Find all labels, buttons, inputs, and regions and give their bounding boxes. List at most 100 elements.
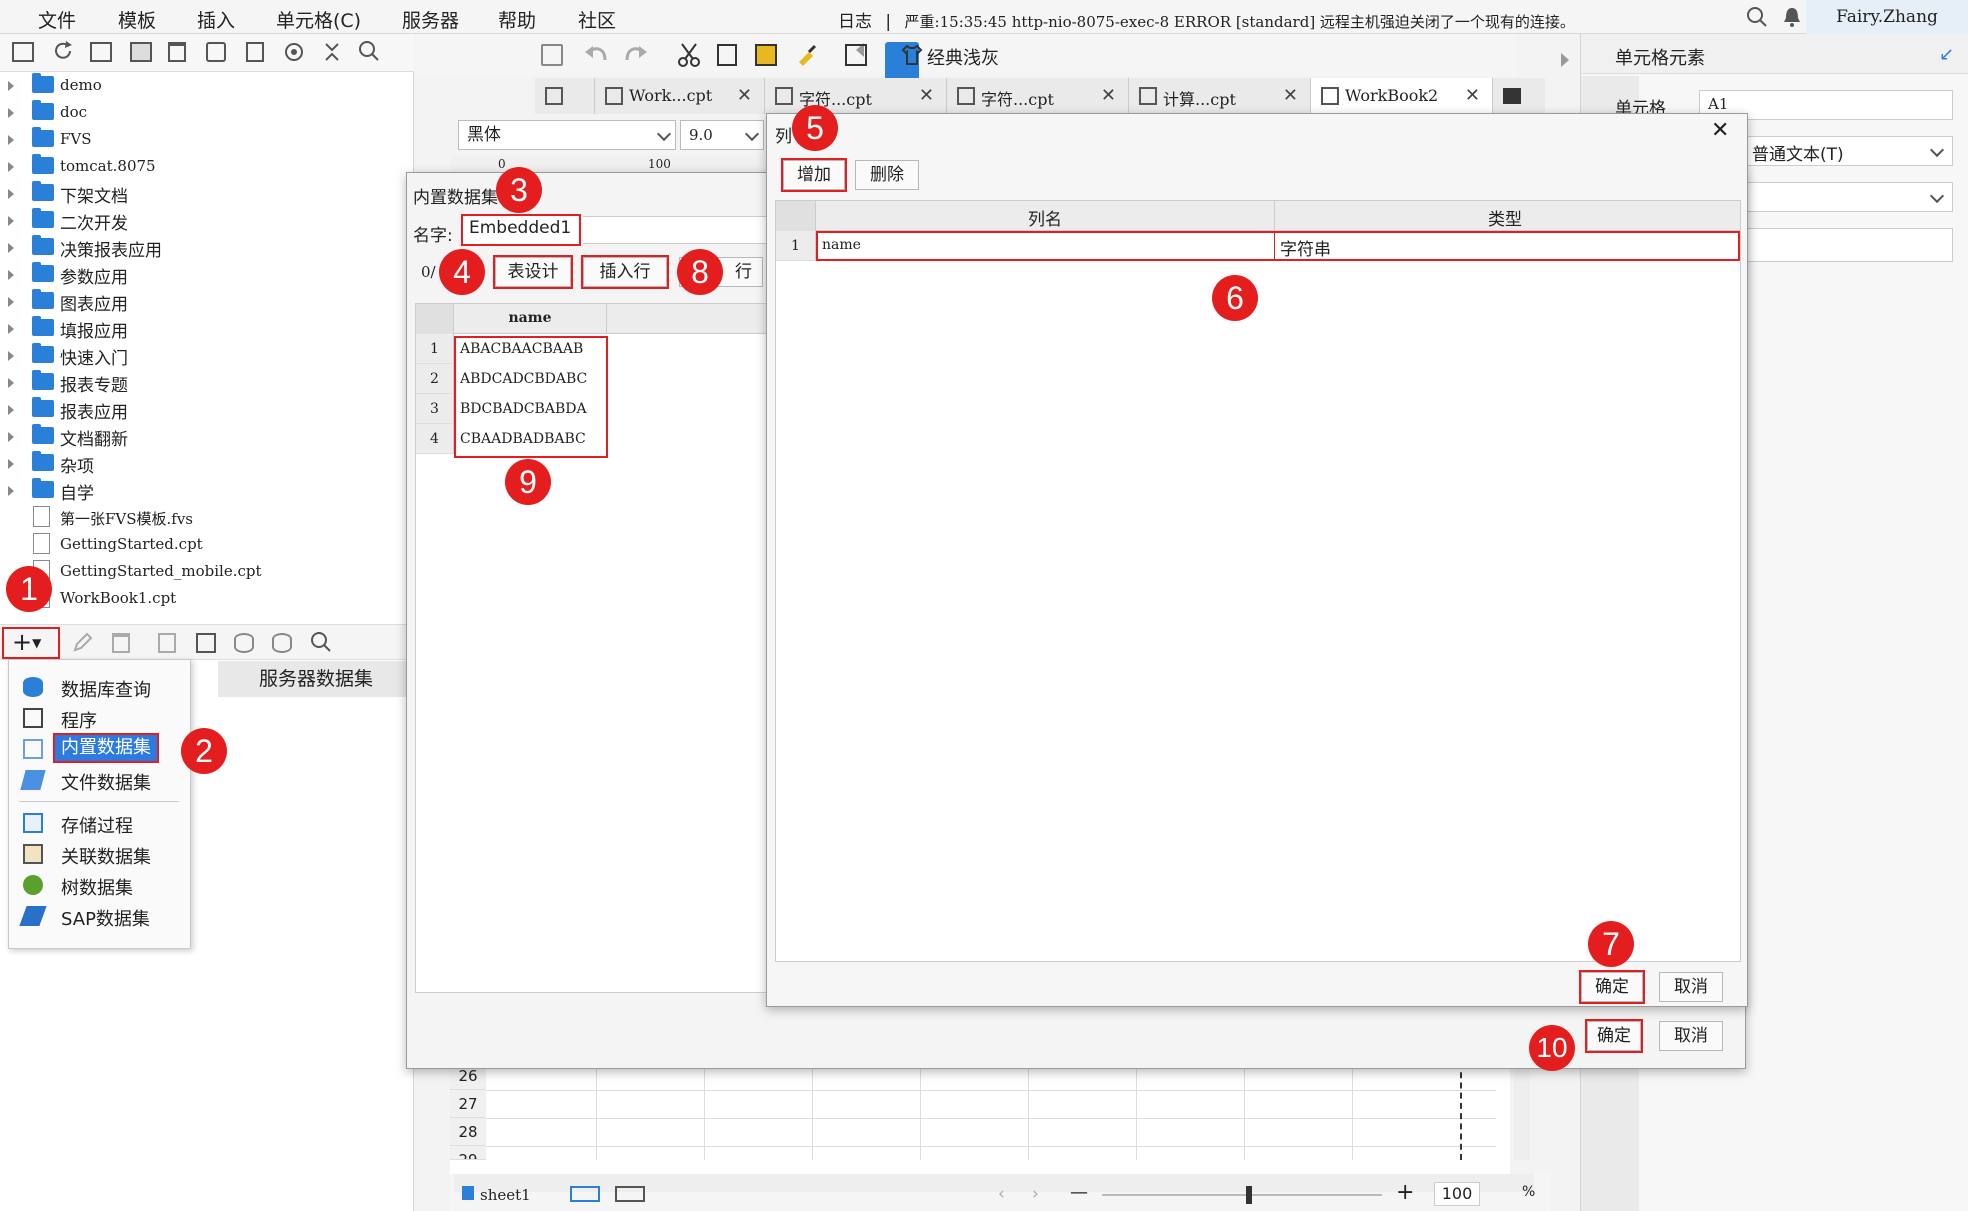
tree-folder[interactable]: 报表应用: [0, 396, 410, 423]
cut-icon[interactable]: [677, 42, 701, 68]
search-tree-icon[interactable]: [358, 40, 380, 62]
expand-arrow-icon[interactable]: [8, 162, 14, 172]
tree-folder[interactable]: doc: [0, 99, 410, 126]
tree-folder[interactable]: 下架文档: [0, 180, 410, 207]
close-icon[interactable]: ✕: [919, 85, 934, 106]
tree-folder[interactable]: 决策报表应用: [0, 234, 410, 261]
delete-dataset-icon[interactable]: [112, 633, 130, 653]
paste-icon[interactable]: [755, 44, 777, 66]
close-icon[interactable]: ✕: [1101, 85, 1116, 106]
param-pane-icon[interactable]: [845, 44, 867, 66]
cell-type-select[interactable]: 普通文本(T): [1743, 136, 1953, 166]
shirt-icon[interactable]: [901, 44, 923, 66]
redo-icon[interactable]: [623, 42, 649, 66]
edit-icon[interactable]: [72, 631, 94, 653]
zoom-value[interactable]: 100: [1434, 1182, 1480, 1206]
tab-list-icon[interactable]: [1503, 88, 1521, 104]
expand-arrow-icon[interactable]: [8, 216, 14, 226]
expand-arrow-icon[interactable]: [8, 405, 14, 415]
close-icon[interactable]: ✕: [1283, 85, 1298, 106]
tab-workbook2[interactable]: WorkBook2 ✕: [1311, 78, 1493, 114]
tree-folder[interactable]: demo: [0, 72, 410, 99]
add-report-sheet-icon[interactable]: [615, 1186, 645, 1202]
table-design-button[interactable]: 表设计: [493, 255, 573, 289]
row-number[interactable]: 1: [416, 334, 454, 364]
cell-extra-field[interactable]: [1743, 228, 1953, 262]
tree-folder[interactable]: 快速入门: [0, 342, 410, 369]
close-icon[interactable]: ✕: [737, 85, 752, 106]
cell-option-select[interactable]: [1743, 182, 1953, 212]
expand-arrow-icon[interactable]: [8, 243, 14, 253]
delete-icon[interactable]: [168, 42, 186, 62]
menu-help[interactable]: 帮助: [498, 6, 536, 33]
grid-view-tab[interactable]: [535, 78, 595, 114]
vertical-scrollbar[interactable]: [1514, 1062, 1530, 1160]
column-row[interactable]: [816, 231, 1740, 261]
tab-workbook1[interactable]: Work...cpt ✕: [595, 78, 765, 114]
tree-file[interactable]: 第一张FVS模板.fvs: [0, 504, 410, 531]
menu-item-stored-procedure[interactable]: 存储过程: [9, 808, 190, 838]
font-size-select[interactable]: 9.0: [680, 120, 764, 150]
expand-arrow-icon[interactable]: [8, 324, 14, 334]
server-dataset-tab[interactable]: 服务器数据集: [218, 661, 414, 697]
search-dataset-icon[interactable]: [310, 631, 332, 653]
menu-cell[interactable]: 单元格(C): [276, 6, 361, 33]
column-cancel-button[interactable]: 取消: [1659, 972, 1723, 1002]
insert-row-button[interactable]: 插入行: [581, 255, 669, 289]
scroll-right-icon[interactable]: ›: [1032, 1184, 1039, 1204]
menu-item-relation-dataset[interactable]: 关联数据集: [9, 839, 190, 869]
sheet-tab[interactable]: sheet1: [480, 1186, 531, 1204]
chevron-right-icon[interactable]: [1560, 52, 1570, 68]
tree-folder[interactable]: 自学: [0, 477, 410, 504]
theme-label[interactable]: 经典浅灰: [927, 44, 999, 70]
refresh-icon[interactable]: [52, 40, 74, 62]
tree-file[interactable]: GettingStarted_mobile.cpt: [0, 558, 410, 585]
menu-item-sap-dataset[interactable]: SAP数据集: [9, 901, 190, 931]
tree-file[interactable]: GettingStarted.cpt: [0, 531, 410, 558]
expand-arrow-icon[interactable]: [8, 459, 14, 469]
undo-icon[interactable]: [583, 42, 609, 66]
new-folder-icon[interactable]: [12, 42, 34, 62]
param-icon[interactable]: [196, 633, 216, 653]
db-server-icon[interactable]: [272, 633, 292, 653]
expand-arrow-icon[interactable]: [8, 270, 14, 280]
row-header[interactable]: 28: [450, 1118, 486, 1146]
save-icon[interactable]: [541, 44, 563, 66]
copy-icon[interactable]: [206, 42, 226, 62]
add-column-button[interactable]: 增加: [781, 158, 847, 192]
menu-file[interactable]: 文件: [38, 6, 76, 33]
tree-folder[interactable]: 杂项: [0, 450, 410, 477]
menu-insert[interactable]: 插入: [197, 6, 235, 33]
column-ok-button[interactable]: 确定: [1579, 970, 1645, 1004]
log-bar[interactable]: 日志 | 严重:15:35:45 http-nio-8075-exec-8 ER…: [838, 7, 1575, 32]
row-header[interactable]: 29: [450, 1146, 486, 1160]
expand-arrow-icon[interactable]: [8, 108, 14, 118]
add-dataset-button[interactable]: +▼: [2, 627, 60, 659]
pin-icon[interactable]: ↙: [1939, 44, 1954, 65]
column-header-colname[interactable]: 列名: [816, 205, 1274, 230]
tree-folder[interactable]: 图表应用: [0, 288, 410, 315]
sheet-grid[interactable]: 26 27 28 29: [450, 1062, 1530, 1174]
tree-folder[interactable]: FVS: [0, 126, 410, 153]
browse-icon[interactable]: [90, 42, 112, 62]
tree-folder[interactable]: 报表专题: [0, 369, 410, 396]
expand-arrow-icon[interactable]: [8, 135, 14, 145]
font-family-select[interactable]: 黑体: [458, 120, 676, 150]
dataset-ok-button[interactable]: 确定: [1585, 1019, 1643, 1053]
zoom-in-button[interactable]: +: [1396, 1180, 1414, 1205]
bell-icon[interactable]: [1782, 6, 1802, 28]
expand-arrow-icon[interactable]: [8, 351, 14, 361]
row-header[interactable]: 27: [450, 1090, 486, 1118]
menu-item-embedded-dataset[interactable]: 内置数据集: [9, 733, 190, 764]
locate-icon[interactable]: [282, 40, 306, 64]
tree-folder[interactable]: 二次开发: [0, 207, 410, 234]
column-type-cell[interactable]: 字符串: [1280, 235, 1331, 260]
db-connect-icon[interactable]: [234, 633, 254, 653]
zoom-slider-handle[interactable]: [1246, 1186, 1252, 1204]
menu-item-file-dataset[interactable]: 文件数据集: [9, 765, 190, 795]
zoom-out-button[interactable]: —: [1070, 1182, 1088, 1203]
menu-item-program[interactable]: 程序: [9, 703, 190, 733]
search-icon[interactable]: [1746, 6, 1768, 28]
column-name-cell[interactable]: name: [822, 237, 861, 253]
format-painter-icon[interactable]: [795, 42, 819, 66]
